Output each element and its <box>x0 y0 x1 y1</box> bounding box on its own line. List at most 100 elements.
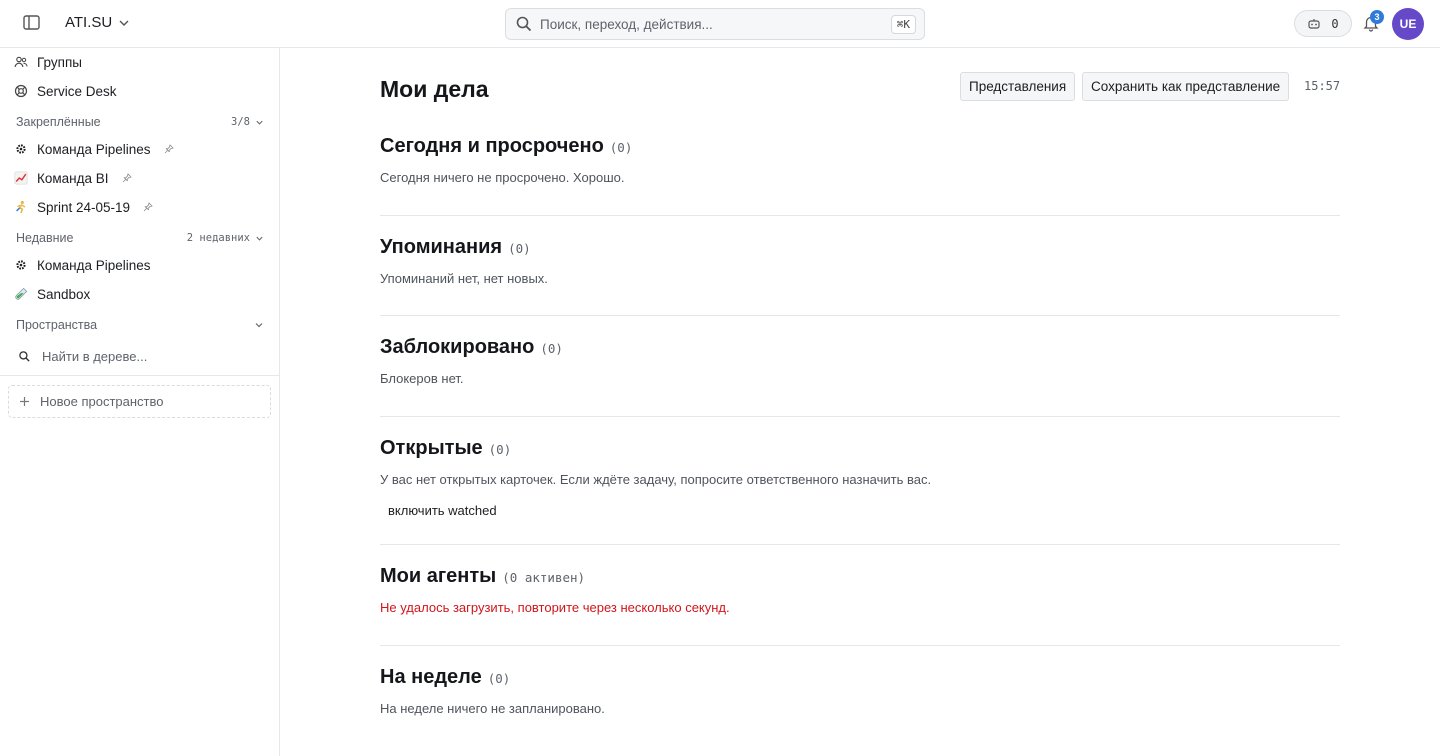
sidebar-item-label: Команда BI <box>37 170 109 186</box>
sidebar-item-label: Sandbox <box>37 286 91 302</box>
section-count: (0) <box>487 671 511 686</box>
chart-emoji-icon <box>14 171 28 185</box>
sidebar-item-label: Sprint 24-05-19 <box>37 199 131 215</box>
sidebar-item-label: Группы <box>37 54 82 70</box>
section-title: Мои агенты (0 активен) <box>380 565 1340 588</box>
sidebar-item-service-desk[interactable]: Service Desk <box>0 77 279 105</box>
workspace-name: ATI.SU <box>65 14 113 31</box>
sidebar-item-label: Команда Pipelines <box>37 257 151 273</box>
section-count: (0) <box>609 140 633 155</box>
gear-emoji-icon <box>14 258 28 272</box>
pin-icon[interactable] <box>164 144 174 154</box>
section-empty-text: На неделе ничего не запланировано. <box>380 701 605 716</box>
sidebar-item-groups[interactable]: Группы <box>0 48 279 76</box>
sidebar-item-label: Команда Pipelines <box>37 141 151 157</box>
new-space-label: Новое пространство <box>40 394 164 409</box>
search-icon <box>516 16 532 32</box>
section-title: Открытые (0) <box>380 437 1340 460</box>
views-button[interactable]: Представления <box>960 72 1076 101</box>
plus-icon <box>20 397 29 406</box>
section-count: (0) <box>540 341 563 356</box>
section-divider <box>380 544 1340 545</box>
top-bar: ATI.SU Поиск, переход, действия... ⌘K 0 … <box>0 0 1440 48</box>
section-empty-text: Сегодня ничего не просрочено. Хорошо. <box>380 170 625 185</box>
section-empty-text: Упоминаний нет, нет новых. <box>380 271 548 286</box>
section-today-overdue: Сегодня и просрочено (0) Сегодня ничего … <box>380 135 1340 185</box>
section-divider <box>380 416 1340 417</box>
sidebar-item-pipelines-pinned[interactable]: Команда Pipelines <box>0 135 279 163</box>
user-avatar[interactable]: UE <box>1392 8 1424 40</box>
section-empty-text: У вас нет открытых карточек. Если ждёте … <box>380 472 932 487</box>
enable-watched-button[interactable]: включить watched <box>380 498 505 522</box>
notifications-button[interactable]: 3 <box>1362 10 1384 34</box>
spaces-title: Пространства <box>16 318 98 332</box>
gear-emoji-icon <box>14 142 28 156</box>
section-title: На неделе (0) <box>380 666 1340 689</box>
notifications-badge: 3 <box>1370 10 1384 24</box>
search-shortcut: ⌘K <box>890 14 916 34</box>
sidebar-item-pipelines-recent[interactable]: Команда Pipelines <box>0 251 279 279</box>
search-placeholder: Поиск, переход, действия... <box>540 16 713 32</box>
section-open: Открытые (0) У вас нет открытых карточек… <box>380 437 1340 487</box>
section-this-week: На неделе (0) На неделе ничего не заплан… <box>380 666 1340 716</box>
search-icon <box>19 350 30 362</box>
lifebuoy-icon <box>14 84 28 98</box>
section-count: (0 активен) <box>502 570 586 585</box>
section-title-text: Мои агенты <box>380 565 497 587</box>
save-view-button[interactable]: Сохранить как представление <box>1082 72 1290 101</box>
runner-emoji-icon <box>14 200 28 214</box>
section-count: (0) <box>488 442 512 457</box>
recent-count: 2 недавних <box>186 232 250 244</box>
recent-toggle[interactable]: 2 недавних <box>187 232 264 244</box>
section-my-agents: Мои агенты (0 активен) Не удалось загруз… <box>380 565 1340 615</box>
section-blocked: Заблокировано (0) Блокеров нет. <box>380 336 1340 386</box>
test-tube-emoji-icon <box>14 287 28 301</box>
chevron-down-icon <box>256 120 263 125</box>
pinned-toggle[interactable]: 3/8 <box>231 116 264 128</box>
section-title-text: Сегодня и просрочено <box>380 135 604 157</box>
section-title-text: Открытые <box>380 437 483 459</box>
section-mentions: Упоминания (0) Упоминаний нет, нет новых… <box>380 236 1340 286</box>
pinned-count: 3/8 <box>231 116 250 128</box>
section-divider <box>380 645 1340 646</box>
new-space-button[interactable]: Новое пространство <box>8 385 271 418</box>
pinned-section-header: Закреплённые 3/8 <box>16 112 264 132</box>
robot-icon <box>1308 18 1320 29</box>
global-search[interactable]: Поиск, переход, действия... ⌘K <box>505 8 925 40</box>
agents-button[interactable]: 0 <box>1294 10 1352 37</box>
pin-icon[interactable] <box>143 202 153 212</box>
section-title: Сегодня и просрочено (0) <box>380 135 1340 158</box>
section-error-text: Не удалось загрузить, повторите через не… <box>380 600 730 615</box>
spaces-section-header: Пространства <box>16 315 264 335</box>
clock: 15:57 <box>1304 79 1341 93</box>
section-title-text: Упоминания <box>380 236 503 258</box>
section-title: Упоминания (0) <box>380 236 1340 259</box>
chevron-down-icon <box>256 236 263 241</box>
section-count: (0) <box>508 241 531 256</box>
recent-title: Недавние <box>16 231 74 245</box>
chevron-down-icon <box>119 20 129 26</box>
pinned-title: Закреплённые <box>16 115 101 129</box>
section-title: Заблокировано (0) <box>380 336 1340 359</box>
pin-icon[interactable] <box>122 173 132 183</box>
sidebar-divider <box>0 375 279 376</box>
sidebar-item-label: Service Desk <box>37 83 117 99</box>
section-title-text: На неделе <box>380 666 482 688</box>
section-divider <box>380 315 1340 316</box>
tree-search-placeholder: Найти в дереве... <box>42 348 148 364</box>
agents-count: 0 <box>1331 16 1339 31</box>
chevron-down-icon[interactable] <box>254 320 264 330</box>
section-title-text: Заблокировано <box>380 336 535 358</box>
recent-section-header: Недавние 2 недавних <box>16 228 264 248</box>
sidebar-toggle-icon[interactable] <box>22 14 42 32</box>
page-title: Мои дела <box>380 76 489 102</box>
workspace-switcher[interactable]: ATI.SU <box>65 14 130 31</box>
tree-search-input[interactable]: Найти в дереве... <box>0 342 279 370</box>
users-icon <box>14 55 28 69</box>
section-divider <box>380 215 1340 216</box>
sidebar: Группы Service Desk Закреплённые 3/8 Ком… <box>0 48 280 756</box>
sidebar-item-sandbox-recent[interactable]: Sandbox <box>0 280 279 308</box>
sidebar-item-bi-pinned[interactable]: Команда BI <box>0 164 279 192</box>
section-empty-text: Блокеров нет. <box>380 371 464 386</box>
sidebar-item-sprint-pinned[interactable]: Sprint 24-05-19 <box>0 193 279 221</box>
